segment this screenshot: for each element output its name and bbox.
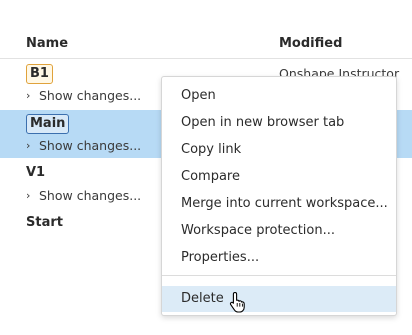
show-changes-toggle[interactable]: › Show changes... bbox=[26, 88, 141, 103]
versions-and-history-panel: Name Modified B1 › Show changes... Onsha… bbox=[0, 0, 412, 335]
chevron-right-icon: › bbox=[26, 139, 31, 152]
menu-item-workspace-protection[interactable]: Workspace protection... bbox=[162, 218, 396, 244]
chevron-right-icon: › bbox=[26, 89, 31, 102]
show-changes-label: Show changes... bbox=[39, 138, 142, 153]
context-menu: Open Open in new browser tab Copy link C… bbox=[161, 76, 397, 316]
chevron-right-icon: › bbox=[26, 189, 31, 202]
menu-item-open-new-tab[interactable]: Open in new browser tab bbox=[162, 110, 396, 136]
menu-item-copy-link[interactable]: Copy link bbox=[162, 137, 396, 163]
header-divider bbox=[0, 58, 412, 59]
show-changes-toggle[interactable]: › Show changes... bbox=[26, 188, 141, 203]
menu-item-open[interactable]: Open bbox=[162, 83, 396, 109]
version-name: Start bbox=[26, 215, 63, 230]
branch-badge-b1: B1 bbox=[26, 64, 53, 84]
show-changes-label: Show changes... bbox=[39, 188, 142, 203]
menu-divider bbox=[162, 275, 396, 276]
version-name: V1 bbox=[26, 165, 46, 180]
menu-item-merge[interactable]: Merge into current workspace... bbox=[162, 191, 396, 217]
branch-badge-main: Main bbox=[26, 114, 70, 134]
hand-pointer-cursor-icon bbox=[229, 291, 245, 313]
menu-item-compare[interactable]: Compare bbox=[162, 164, 396, 190]
menu-item-properties[interactable]: Properties... bbox=[162, 245, 396, 271]
menu-item-delete[interactable]: Delete bbox=[162, 286, 396, 312]
column-header-modified[interactable]: Modified bbox=[279, 36, 342, 51]
show-changes-label: Show changes... bbox=[39, 88, 142, 103]
show-changes-toggle[interactable]: › Show changes... bbox=[26, 138, 141, 153]
column-header-name[interactable]: Name bbox=[26, 36, 68, 51]
